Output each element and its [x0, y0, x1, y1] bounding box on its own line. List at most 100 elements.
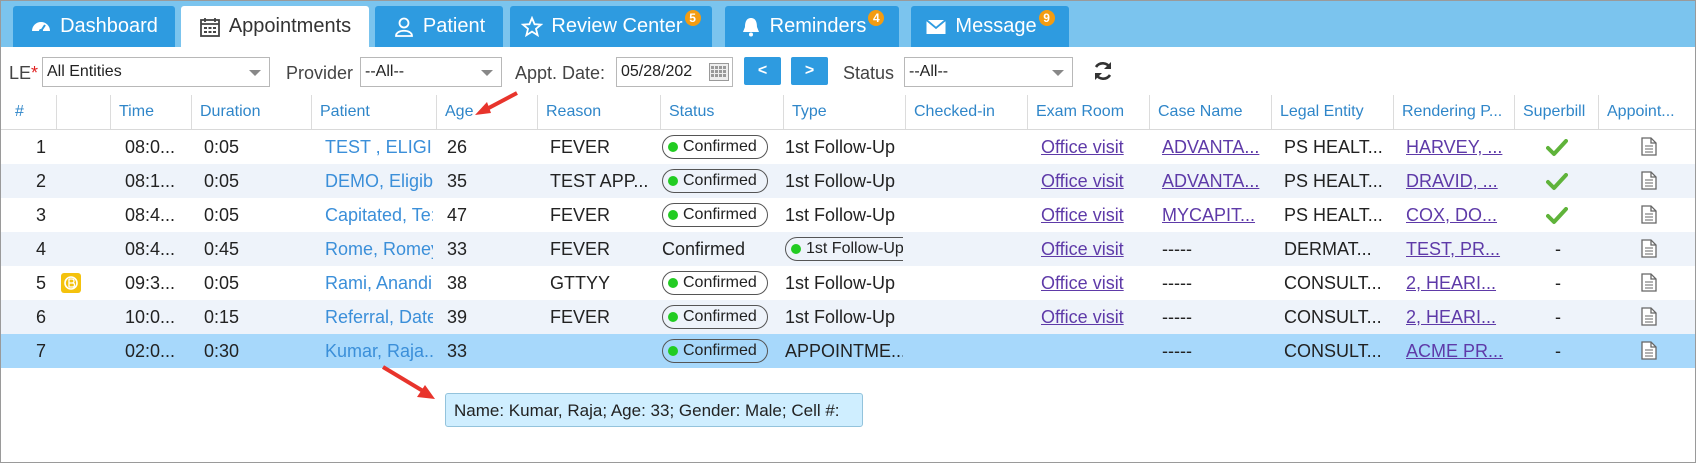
exam-room-link[interactable] [1041, 334, 1149, 368]
col-header-exam-room[interactable]: Exam Room [1027, 95, 1149, 129]
case-name[interactable]: ADVANTA... [1162, 164, 1270, 198]
rendering-provider-link[interactable]: 2, HEARI... [1406, 300, 1514, 334]
patient-name-link[interactable]: Capitated, Te: [325, 198, 433, 232]
chevron-down-icon [1052, 70, 1064, 76]
le-select-value: All Entities [47, 63, 122, 80]
document-icon[interactable] [1641, 239, 1657, 263]
bell-icon [740, 16, 762, 38]
col-header-status[interactable]: Status [660, 95, 783, 129]
next-date-button[interactable]: > [791, 57, 828, 85]
appointment-status: Confirmed [662, 239, 746, 259]
rendering-provider-link[interactable]: TEST, PR... [1406, 232, 1514, 266]
exam-room-link[interactable]: Office visit [1041, 300, 1149, 334]
exam-room-link[interactable]: Office visit [1041, 164, 1149, 198]
col-header-superbill[interactable]: Superbill [1514, 95, 1598, 129]
annotation-arrow-tooltip [381, 365, 435, 399]
rendering-provider-link[interactable]: DRAVID, ... [1406, 164, 1514, 198]
superbill-check-icon[interactable] [1546, 207, 1568, 230]
exam-room-link[interactable]: Office visit [1041, 130, 1149, 164]
table-row[interactable]: 2 08:1... 0:05 DEMO, Eligibi 35 TEST APP... Co… [1, 164, 1695, 198]
table-row[interactable]: 1 08:0... 0:05 TEST , ELIGIBI 26 FEVER Confirm… [1, 130, 1695, 164]
document-icon[interactable] [1641, 171, 1657, 195]
exam-room-link[interactable]: Office visit [1041, 198, 1149, 232]
rendering-provider-link[interactable]: HARVEY, ... [1406, 130, 1514, 164]
patient-name-link[interactable]: TEST , ELIGIBI [325, 130, 433, 164]
grid-header: # Time Duration Patient Age Reason Statu… [1, 95, 1695, 130]
provider-select[interactable]: --All-- [360, 57, 502, 87]
patient-name-link[interactable]: DEMO, Eligibi [325, 164, 433, 198]
col-header-checked-in[interactable]: Checked-in [905, 95, 1027, 129]
rendering-provider-link[interactable]: 2, HEARI... [1406, 266, 1514, 300]
table-row[interactable]: 6 10:0... 0:15 Referral, Date 39 FEVER Confirm… [1, 300, 1695, 334]
case-name[interactable]: ADVANTA... [1162, 130, 1270, 164]
status-select[interactable]: --All-- [904, 57, 1073, 87]
status-label: Status [843, 63, 895, 83]
rendering-provider-link[interactable]: ACME PR... [1406, 334, 1514, 368]
case-name: ----- [1162, 307, 1192, 327]
patient-age: 26 [447, 137, 468, 157]
table-row[interactable]: 3 08:4... 0:05 Capitated, Te: 47 FEVER Confirm… [1, 198, 1695, 232]
patient-name-link[interactable]: Rome, Romey [325, 232, 433, 266]
tab-dashboard[interactable]: Dashboard [13, 6, 175, 47]
appointment-duration: 0:30 [204, 341, 240, 361]
patient-name-link[interactable]: Rami, Anandi [325, 266, 433, 300]
document-icon[interactable] [1641, 307, 1657, 331]
appointment-time: 08:0... [125, 137, 176, 157]
appt-date-input[interactable]: 05/28/202 [616, 57, 733, 87]
required-marker: * [31, 63, 39, 83]
appointment-reason [550, 334, 657, 368]
calendar-grid-icon[interactable] [709, 63, 729, 86]
legal-entity: DERMAT... [1284, 239, 1372, 259]
case-name[interactable]: MYCAPIT... [1162, 198, 1270, 232]
patient-age: 33 [447, 341, 468, 361]
document-icon[interactable] [1641, 341, 1657, 365]
col-header-patient[interactable]: Patient [311, 95, 436, 129]
document-icon[interactable] [1641, 137, 1657, 161]
calendar-icon [199, 16, 221, 38]
col-header-number[interactable]: # [1, 95, 56, 129]
status-dot-icon [668, 209, 678, 220]
tab-patient[interactable]: Patient [375, 6, 503, 47]
refresh-icon[interactable] [1091, 59, 1115, 88]
document-icon[interactable] [1641, 205, 1657, 229]
col-header-rendering-provider[interactable]: Rendering P... [1393, 95, 1514, 129]
tab-reminders[interactable]: Reminders 4 [725, 6, 899, 47]
le-select[interactable]: All Entities [42, 57, 270, 87]
superbill-check-icon[interactable] [1546, 139, 1568, 162]
col-header-duration[interactable]: Duration [191, 95, 311, 129]
type-pill: 1st Follow-Up [785, 236, 903, 261]
superbill-value: - [1555, 307, 1561, 327]
superbill-check-icon[interactable] [1546, 173, 1568, 196]
tab-appointments[interactable]: Appointments [181, 6, 369, 47]
row-number: 6 [35, 307, 46, 327]
patient-name-link[interactable]: Referral, Date [325, 300, 433, 334]
appointment-type: 1st Follow-Up [785, 307, 896, 327]
col-header-case-name[interactable]: Case Name [1149, 95, 1271, 129]
pill-text: 1st Follow-Up [806, 239, 903, 257]
table-row[interactable]: 4 08:4... 0:45 Rome, Romey 33 FEVER Confirmed 1… [1, 232, 1695, 266]
reminders-count-badge: 4 [868, 9, 885, 26]
prev-date-button[interactable]: < [744, 57, 781, 85]
col-header-legal-entity[interactable]: Legal Entity [1271, 95, 1393, 129]
exam-room-link[interactable]: Office visit [1041, 266, 1149, 300]
tab-label: Message [955, 15, 1037, 37]
col-header-type[interactable]: Type [783, 95, 905, 129]
rendering-provider-link[interactable]: COX, DO... [1406, 198, 1514, 232]
col-header-reason[interactable]: Reason [537, 95, 660, 129]
status-select-value: --All-- [909, 63, 949, 80]
tab-message[interactable]: Message 9 [911, 6, 1069, 47]
col-header-icon[interactable] [56, 95, 110, 129]
tab-review-center[interactable]: Review Center 5 [510, 6, 712, 47]
exam-room-link[interactable]: Office visit [1041, 232, 1149, 266]
row-number: 7 [35, 341, 46, 361]
table-row[interactable]: 5 09:3... 0:05 Rami, Anandi 38 GTTYY Confirmed… [1, 266, 1695, 300]
table-row[interactable]: 7 02:0... 0:30 Kumar, Raja... 33 Confirmed APP… [1, 334, 1695, 368]
document-icon[interactable] [1641, 273, 1657, 297]
message-count-badge: 9 [1038, 9, 1055, 26]
appointment-time: 08:1... [125, 171, 176, 191]
superbill-value: - [1555, 273, 1561, 293]
appointment-status: Confirmed [662, 164, 782, 198]
appointment-type: 1st Follow-Up [785, 171, 896, 191]
col-header-time[interactable]: Time [110, 95, 191, 129]
col-header-appointment[interactable]: Appoint... [1598, 95, 1695, 129]
